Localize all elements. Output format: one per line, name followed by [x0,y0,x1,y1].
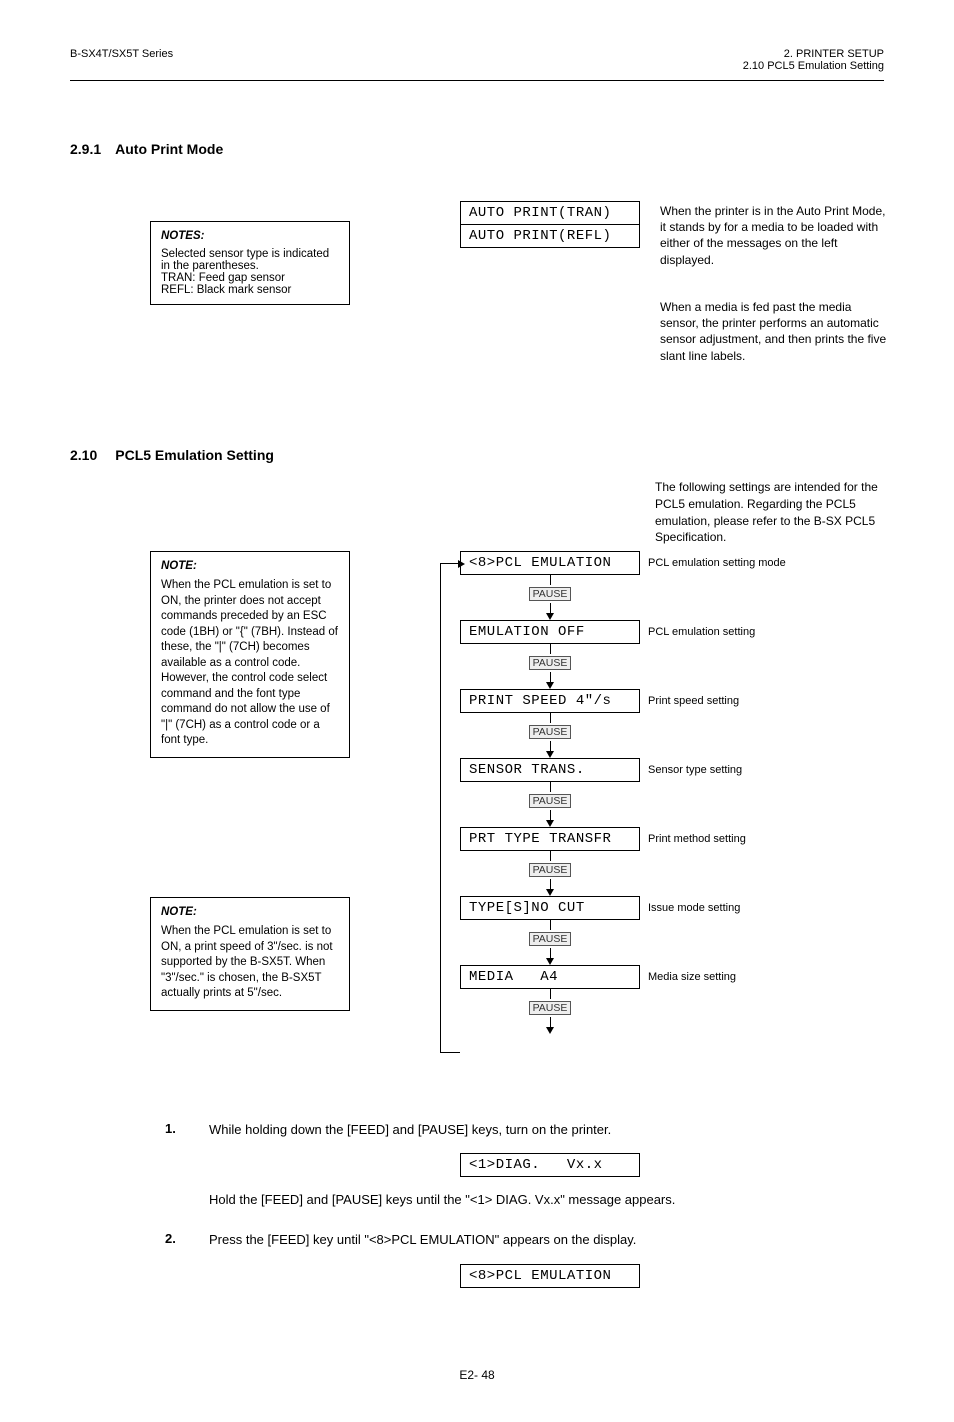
lcd-auto-print-tran: AUTO PRINT(TRAN) [460,201,640,225]
arrow-down-icon [546,682,554,689]
flow-box-media: MEDIA A4 [460,965,640,989]
section-2-9-1-title: Auto Print Mode [115,141,223,157]
lcd-pcl-emulation-step: <8>PCL EMULATION [460,1264,640,1288]
pause-key-icon: PAUSE [529,725,572,739]
flow-box-pcl-emulation: <8>PCL EMULATION [460,551,640,575]
note-3-title: NOTE: [161,906,339,918]
flow-box-print-speed: PRINT SPEED 4"/s [460,689,640,713]
step-2-num: 2. [165,1231,209,1246]
flow-label-0: PCL emulation setting mode [648,557,786,569]
arrow-down-icon [546,958,554,965]
arrow-down-icon [546,820,554,827]
flow-label-3: Sensor type setting [648,764,742,776]
pause-key-icon: PAUSE [529,932,572,946]
arrow-down-icon [546,1027,554,1034]
section-2-9-1-body-2: When a media is fed past the media senso… [660,299,890,364]
lcd-auto-print-refl: AUTO PRINT(REFL) [460,224,640,248]
step-2-text: Press the [FEED] key until "<8>PCL EMULA… [209,1231,636,1249]
flow-label-5: Issue mode setting [648,902,740,914]
pause-key-icon: PAUSE [529,656,572,670]
pause-key-icon: PAUSE [529,1001,572,1015]
note-2-title: NOTE: [161,560,339,572]
note-3-body: When the PCL emulation is set to ON, a p… [161,924,339,1002]
pause-key-icon: PAUSE [529,863,572,877]
section-2-10-num: 2.10 [70,447,97,463]
flow-label-4: Print method setting [648,833,746,845]
page-footer: E2- 48 [70,1368,884,1382]
section-2-9-1-num: 2.9.1 [70,141,101,157]
lcd-diag: <1>DIAG. Vx.x [460,1153,640,1177]
note-body-1: Selected sensor type is indicated in the… [161,248,339,296]
note-title-1: NOTES: [161,230,339,242]
step-1-text-b: Hold the [FEED] and [PAUSE] keys until t… [209,1191,675,1209]
pause-key-icon: PAUSE [529,794,572,808]
arrow-down-icon [546,751,554,758]
flow-box-sensor-trans: SENSOR TRANS. [460,758,640,782]
arrow-right-icon [458,560,465,568]
pause-key-icon: PAUSE [529,587,572,601]
header-right-2: 2.10 PCL5 Emulation Setting [743,60,884,72]
flow-box-type-s: TYPE[S]NO CUT [460,896,640,920]
page-header: B-SX4T/SX5T Series 2. PRINTER SETUP 2.10… [70,48,884,72]
step-1-num: 1. [165,1121,209,1136]
flow-box-emulation-off: EMULATION OFF [460,620,640,644]
arrow-down-icon [546,613,554,620]
flow-loop-line [440,563,460,1053]
header-rule [70,80,884,81]
note-2-body: When the PCL emulation is set to ON, the… [161,578,339,749]
flow-label-1: PCL emulation setting [648,626,755,638]
flow-label-2: Print speed setting [648,695,739,707]
header-left: B-SX4T/SX5T Series [70,48,173,72]
section-2-10-title: PCL5 Emulation Setting [115,447,274,463]
flow-box-prt-type: PRT TYPE TRANSFR [460,827,640,851]
section-2-10-body: The following settings are intended for … [655,479,890,546]
section-2-9-1-body-1: When the printer is in the Auto Print Mo… [660,203,890,268]
arrow-down-icon [546,889,554,896]
header-right-1: 2. PRINTER SETUP [743,48,884,60]
step-1-text-a: While holding down the [FEED] and [PAUSE… [209,1121,611,1139]
flow-label-6: Media size setting [648,971,736,983]
